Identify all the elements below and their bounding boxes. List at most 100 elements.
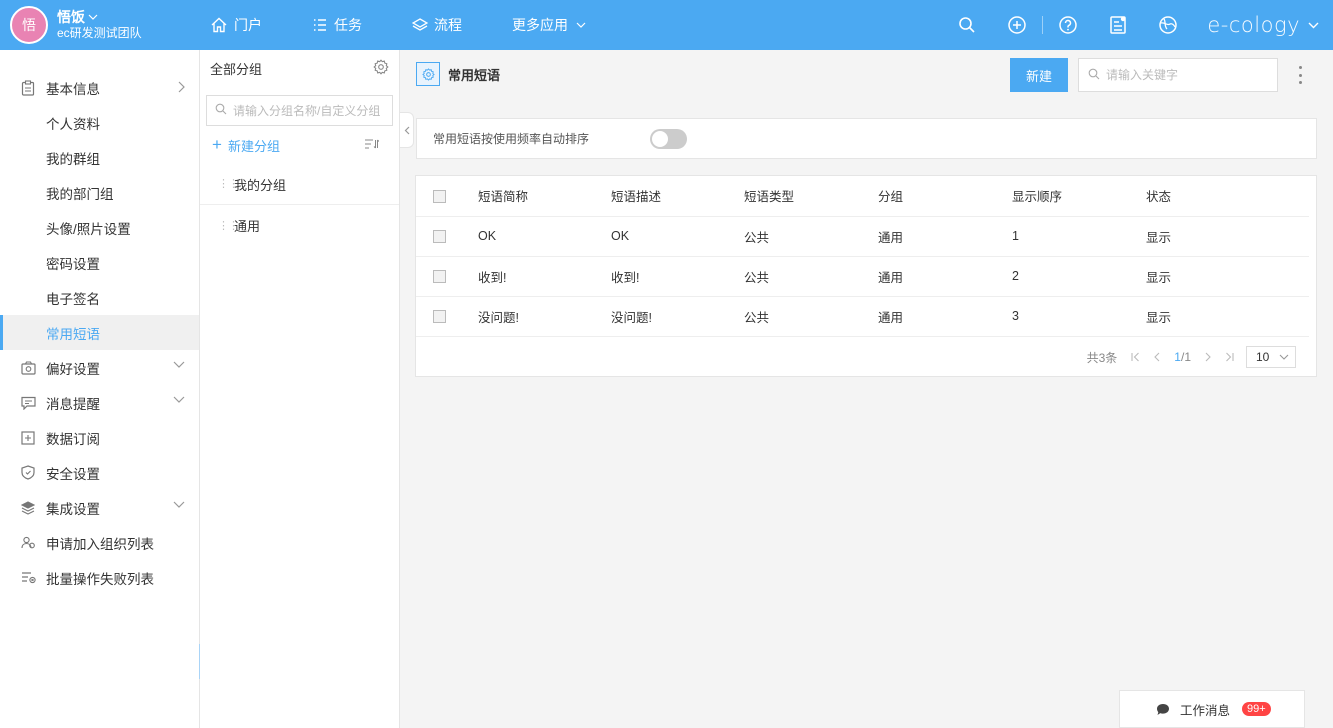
sidebar-item-basic-info[interactable]: 基本信息	[0, 70, 199, 105]
nav-label: 更多应用	[512, 17, 568, 33]
table-cell: 3	[1012, 296, 1146, 337]
sidebar-item-profile[interactable]: 个人资料	[0, 105, 199, 140]
sidebar-item-label: 个人资料	[46, 116, 100, 132]
row-checkbox[interactable]	[433, 310, 446, 324]
gear-icon[interactable]	[373, 58, 389, 78]
sidebar-item-label: 我的部门组	[46, 186, 114, 202]
avatar[interactable]: 悟	[10, 6, 48, 44]
nav-tasks[interactable]: 任务	[312, 15, 362, 35]
camera-icon	[20, 360, 36, 376]
nav-label: 门户	[234, 17, 262, 33]
table-cell: 通用	[878, 296, 1012, 337]
list-icon	[312, 17, 328, 33]
auto-sort-toggle[interactable]	[650, 129, 687, 149]
chevron-down-icon[interactable]	[88, 14, 98, 20]
work-messages-bar[interactable]: 工作消息 99+	[1119, 690, 1305, 728]
table-row[interactable]: OK OK 公共 通用 1 显示	[416, 216, 1309, 257]
chevron-right-icon	[178, 81, 185, 93]
last-page-icon[interactable]	[1225, 352, 1234, 362]
group-search-input[interactable]	[233, 103, 383, 118]
nav-workflow[interactable]: 流程	[412, 15, 462, 35]
group-item-general[interactable]: ⋮⋮ 通用	[200, 205, 399, 246]
groups-title[interactable]: 全部分组	[210, 59, 262, 78]
stack-icon	[20, 500, 36, 516]
table-cell: 公共	[744, 216, 878, 257]
chat-bubble-icon	[1156, 703, 1170, 716]
total-pages: /1	[1180, 350, 1191, 364]
next-page-icon[interactable]	[1205, 352, 1211, 362]
sidebar-item-integration[interactable]: 集成设置	[0, 490, 199, 525]
add-circle-icon[interactable]	[1007, 15, 1027, 35]
column-header[interactable]: 分组	[878, 176, 1012, 217]
gear-icon	[416, 62, 440, 86]
drag-handle-icon[interactable]: ⋮⋮	[218, 179, 239, 190]
user-team: ec研发测试团队	[57, 26, 142, 40]
table-row[interactable]: 收到! 收到! 公共 通用 2 显示	[416, 256, 1309, 297]
column-header[interactable]: 短语描述	[611, 176, 744, 217]
sidebar-item-join-requests[interactable]: 申请加入组织列表	[0, 525, 199, 560]
sidebar-item-batch-failures[interactable]: 批量操作失败列表	[0, 560, 199, 595]
sidebar-item-data-subscription[interactable]: 数据订阅	[0, 420, 199, 455]
first-page-icon[interactable]	[1131, 352, 1140, 362]
table-row[interactable]: 没问题! 没问题! 公共 通用 3 显示	[416, 296, 1309, 337]
settings-sidebar: 基本信息 个人资料 我的群组 我的部门组 头像/照片设置 密码设置 电子签名 常…	[0, 50, 200, 728]
group-search-box[interactable]	[206, 95, 393, 126]
sidebar-item-preferences[interactable]: 偏好设置	[0, 350, 199, 385]
chevron-down-icon	[173, 396, 185, 403]
sidebar-item-notifications[interactable]: 消息提醒	[0, 385, 199, 420]
table-cell: 公共	[744, 256, 878, 297]
add-group-button[interactable]: + 新建分组	[212, 135, 280, 155]
notice-icon[interactable]	[1108, 15, 1128, 35]
keyword-search-box[interactable]	[1078, 58, 1278, 92]
sidebar-item-label: 偏好设置	[46, 361, 100, 377]
sort-icon[interactable]	[364, 138, 380, 153]
user-name[interactable]: 悟饭	[57, 9, 85, 25]
chevron-down-icon[interactable]	[1308, 22, 1319, 29]
sidebar-item-my-groups[interactable]: 我的群组	[0, 140, 199, 175]
keyword-search-input[interactable]	[1106, 68, 1266, 82]
nav-more-apps[interactable]: 更多应用	[512, 15, 586, 35]
table-cell: 通用	[878, 216, 1012, 257]
sidebar-item-e-signature[interactable]: 电子签名	[0, 280, 199, 315]
sidebar-item-label: 密码设置	[46, 256, 100, 272]
table-cell: 没问题!	[478, 296, 611, 337]
column-header[interactable]: 状态	[1146, 176, 1309, 217]
sidebar-item-label: 批量操作失败列表	[46, 571, 154, 587]
column-header[interactable]: 短语简称	[478, 176, 611, 217]
help-icon[interactable]	[1058, 15, 1078, 35]
page-size-select[interactable]: 10	[1246, 346, 1296, 368]
page-indicator: 1/1	[1174, 350, 1191, 364]
sidebar-item-label: 基本信息	[46, 81, 100, 97]
drag-handle-icon[interactable]: ⋮⋮	[218, 220, 239, 231]
more-options-icon[interactable]	[1296, 66, 1304, 84]
user-menu[interactable]: 悟 悟饭 ec研发测试团队	[0, 6, 200, 44]
nav-portal[interactable]: 门户	[210, 15, 262, 35]
sidebar-item-password[interactable]: 密码设置	[0, 245, 199, 280]
column-header[interactable]: 短语类型	[744, 176, 878, 217]
select-all-checkbox[interactable]	[433, 189, 446, 203]
nav-label: 任务	[334, 17, 362, 33]
table-cell: 显示	[1146, 216, 1309, 257]
new-phrase-button[interactable]: 新建	[1010, 58, 1068, 92]
layers-icon	[412, 17, 428, 33]
sidebar-item-avatar-settings[interactable]: 头像/照片设置	[0, 210, 199, 245]
group-item-my-groups[interactable]: ⋮⋮ 我的分组	[200, 164, 399, 205]
divider	[1042, 16, 1044, 34]
prev-page-icon[interactable]	[1154, 352, 1160, 362]
row-checkbox[interactable]	[433, 230, 446, 244]
row-checkbox[interactable]	[433, 270, 446, 284]
unread-badge: 99+	[1242, 702, 1271, 716]
top-bar: 悟 悟饭 ec研发测试团队 门户 任务 流程 更多应用 e-cology	[0, 0, 1333, 50]
table-cell: 收到!	[478, 256, 611, 297]
sidebar-item-label: 申请加入组织列表	[46, 536, 154, 552]
group-item-label: 我的分组	[234, 177, 287, 193]
sidebar-item-security[interactable]: 安全设置	[0, 455, 199, 490]
chevron-down-icon	[1279, 354, 1289, 360]
table-cell: 显示	[1146, 256, 1309, 297]
sidebar-item-department-groups[interactable]: 我的部门组	[0, 175, 199, 210]
search-icon[interactable]	[957, 15, 977, 35]
sidebar-item-common-phrases[interactable]: 常用短语	[0, 315, 199, 350]
list-error-icon	[20, 570, 36, 586]
globe-icon[interactable]	[1158, 15, 1178, 35]
column-header[interactable]: 显示顺序	[1012, 176, 1146, 217]
